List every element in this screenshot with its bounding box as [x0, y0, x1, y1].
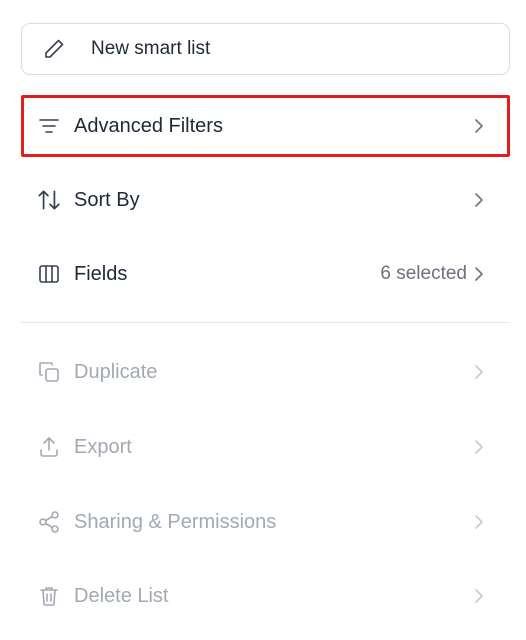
menu-item-label: Advanced Filters	[74, 114, 223, 137]
menu-item-advanced-filters[interactable]: Advanced Filters	[21, 95, 510, 157]
menu-item-duplicate[interactable]: Duplicate	[21, 341, 510, 403]
upload-icon	[35, 433, 63, 461]
new-smart-list-label: New smart list	[91, 38, 211, 59]
menu-item-fields[interactable]: Fields 6 selected	[21, 243, 510, 305]
sort-arrows-icon	[35, 186, 63, 214]
menu-item-label: Fields	[74, 262, 128, 285]
chevron-right-icon	[474, 438, 488, 456]
chevron-right-icon	[474, 191, 488, 209]
chevron-right-icon	[474, 117, 488, 135]
menu-item-label: Delete List	[74, 584, 169, 607]
menu-item-label: Sharing & Permissions	[74, 510, 277, 533]
pencil-icon	[42, 37, 66, 61]
menu-item-delete-list[interactable]: Delete List	[21, 565, 510, 627]
menu-item-sharing-permissions[interactable]: Sharing & Permissions	[21, 491, 510, 553]
menu-item-export[interactable]: Export	[21, 416, 510, 478]
share-icon	[35, 508, 63, 536]
menu-item-label: Export	[74, 435, 132, 458]
fields-selected-count: 6 selected	[380, 263, 467, 284]
chevron-right-icon	[474, 587, 488, 605]
chevron-right-icon	[474, 513, 488, 531]
menu-item-sort-by[interactable]: Sort By	[21, 169, 510, 231]
filter-lines-icon	[35, 112, 63, 140]
columns-icon	[35, 260, 63, 288]
trash-icon	[35, 582, 63, 610]
menu-item-label: Duplicate	[74, 360, 158, 383]
chevron-right-icon	[474, 265, 488, 283]
menu-item-label: Sort By	[74, 188, 140, 211]
copy-icon	[35, 358, 63, 386]
menu-divider	[21, 322, 510, 323]
new-smart-list-button[interactable]: New smart list	[21, 23, 510, 75]
chevron-right-icon	[474, 363, 488, 381]
list-options-panel: New smart list Advanced Filters Sort By	[0, 0, 526, 640]
